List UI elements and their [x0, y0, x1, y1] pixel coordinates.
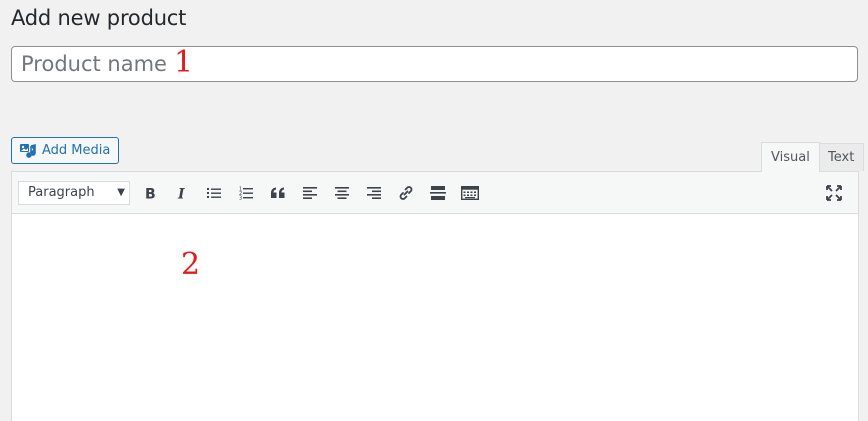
annotation-marker-1: 1: [174, 45, 194, 80]
editor-toolbar: Paragraph ▼ B I 1 2 3: [12, 172, 858, 214]
tab-text[interactable]: Text: [818, 143, 865, 171]
bulleted-list-button[interactable]: [198, 178, 230, 208]
bulleted-list-icon: [207, 187, 221, 199]
format-select-value: Paragraph: [28, 185, 95, 200]
svg-text:3: 3: [239, 195, 242, 200]
fullscreen-icon: [826, 185, 842, 201]
chevron-down-icon: ▼: [117, 187, 125, 198]
add-media-icon: [19, 143, 37, 159]
fullscreen-button[interactable]: [818, 178, 850, 208]
align-left-icon: [303, 186, 317, 199]
add-media-label: Add Media: [42, 143, 111, 158]
svg-text:I: I: [177, 186, 185, 200]
bold-icon: B: [143, 186, 157, 200]
blockquote-button[interactable]: [262, 178, 294, 208]
toolbar-toggle-button[interactable]: [454, 178, 486, 208]
annotation-marker-2: 2: [181, 247, 201, 282]
svg-text:B: B: [145, 186, 156, 200]
add-media-button[interactable]: Add Media: [11, 137, 120, 164]
read-more-button[interactable]: [422, 178, 454, 208]
italic-button[interactable]: I: [166, 178, 198, 208]
italic-icon: I: [175, 186, 189, 200]
insert-link-button[interactable]: [390, 178, 422, 208]
align-left-button[interactable]: [294, 178, 326, 208]
align-center-button[interactable]: [326, 178, 358, 208]
tab-visual[interactable]: Visual: [761, 142, 820, 172]
align-right-button[interactable]: [358, 178, 390, 208]
align-right-icon: [367, 186, 381, 199]
product-name-input[interactable]: [11, 46, 858, 82]
content-editor: Paragraph ▼ B I 1 2 3: [11, 171, 859, 421]
numbered-list-icon: 1 2 3: [239, 186, 253, 200]
link-icon: [398, 185, 414, 201]
align-center-icon: [335, 186, 349, 199]
numbered-list-button[interactable]: 1 2 3: [230, 178, 262, 208]
blockquote-icon: [270, 187, 286, 199]
editor-content-area[interactable]: [12, 214, 858, 421]
bold-button[interactable]: B: [134, 178, 166, 208]
read-more-icon: [430, 185, 446, 200]
toolbar-toggle-icon: [461, 185, 479, 200]
format-select[interactable]: Paragraph ▼: [18, 180, 130, 205]
page-title: Add new product: [11, 6, 187, 30]
